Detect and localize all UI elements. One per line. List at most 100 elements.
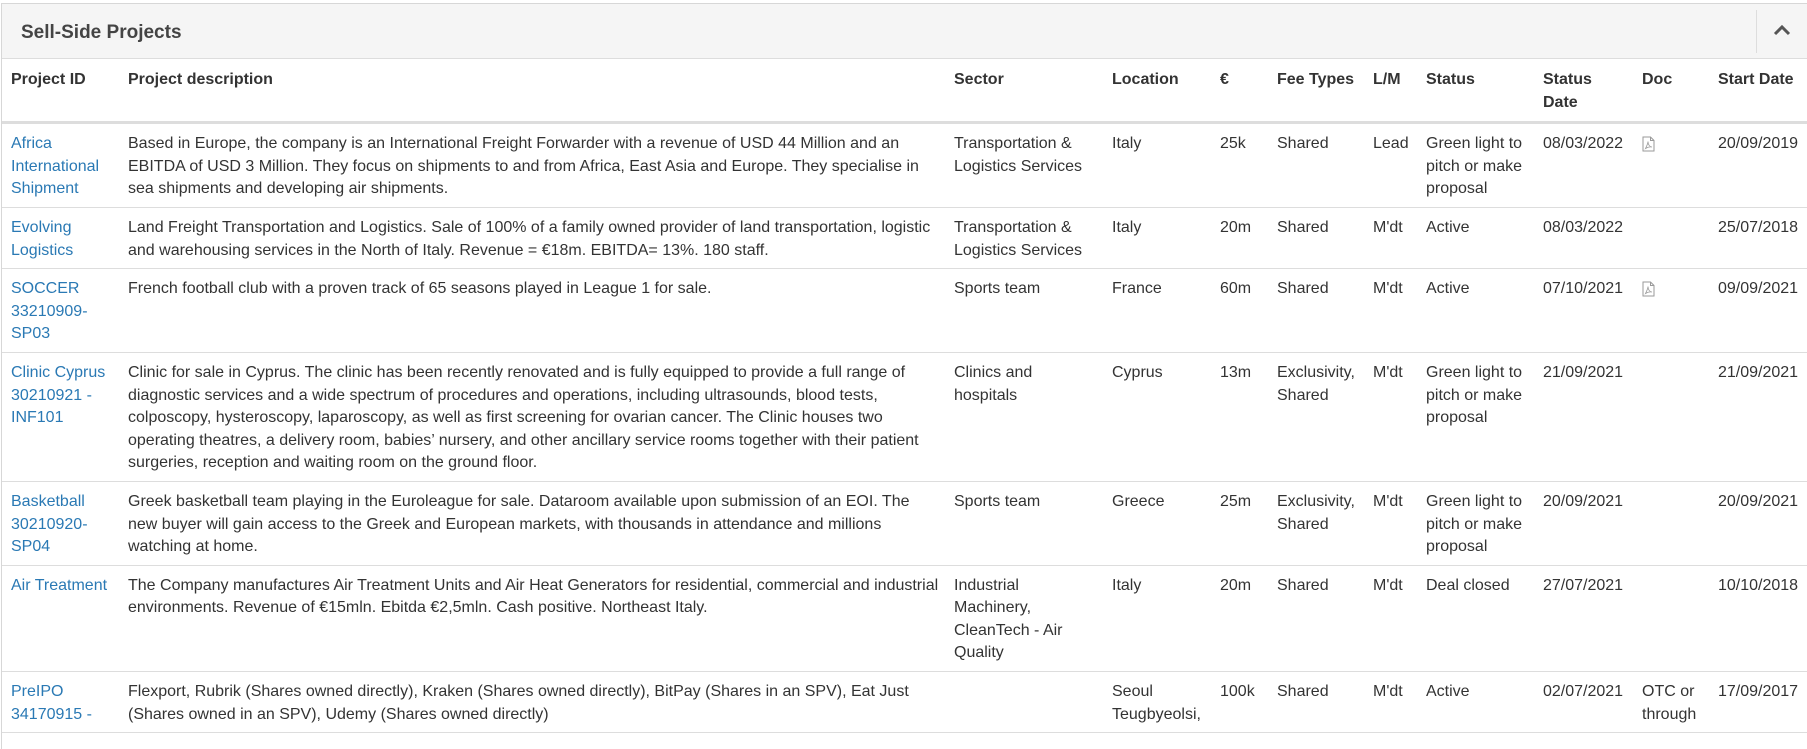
start-date-cell: 20/09/2021 [1709,481,1807,566]
status-cell: Active [1417,207,1534,270]
chevron-up-icon [1773,24,1791,36]
project-description-cell: The Company manufactures Air Treatment U… [119,565,945,673]
fee-types-cell: Shared [1268,671,1364,734]
status-date-cell: 07/10/2021 [1534,268,1633,353]
project-id-link[interactable]: PreIPO 34170915 - [11,683,92,723]
doc-cell [1633,565,1709,673]
project-id-cell: Evolving Logistics [2,207,119,270]
project-id-cell: PreIPO 34170915 - [2,671,119,734]
fee-types-cell: Exclusivity, Shared [1268,352,1364,482]
lm-cell: M'dt [1364,352,1417,482]
lm-cell: M'dt [1364,481,1417,566]
project-description-cell: Clinic for sale in Cyprus. The clinic ha… [119,352,945,482]
status-cell: Active [1417,268,1534,353]
project-id-link[interactable]: Evolving Logistics [11,219,73,259]
table-row: Clinic Cyprus 30210921 - INF101 Clinic f… [2,352,1807,482]
status-date-cell: 21/09/2021 [1534,352,1633,482]
column-header-lm[interactable]: L/M [1364,59,1417,125]
table-row: PreIPO 34170915 - Flexport, Rubrik (Shar… [2,671,1807,734]
start-date-cell: 17/09/2017 [1709,671,1807,734]
status-date-cell: 02/07/2021 [1534,671,1633,734]
project-id-cell: Air Treatment [2,565,119,673]
project-id-cell: Africa International Shipment [2,122,119,208]
location-cell: France [1103,268,1211,353]
panel-title: Sell-Side Projects [21,22,182,43]
status-date-cell: 08/03/2022 [1534,122,1633,208]
project-id-link[interactable]: SOCCER 33210909-SP03 [11,280,88,342]
table-header-row: Project ID Project description Sector Lo… [2,59,1807,125]
project-id-cell: SOCCER 33210909-SP03 [2,268,119,353]
project-description-cell: Flexport, Rubrik (Shares owned directly)… [119,671,945,734]
pdf-icon[interactable] [1642,281,1655,297]
project-id-link[interactable]: Air Treatment [11,577,107,594]
start-date-cell: 25/07/2018 [1709,207,1807,270]
column-header-status-date[interactable]: Status Date [1534,59,1633,125]
lm-cell: M'dt [1364,671,1417,734]
doc-cell [1633,207,1709,270]
status-date-cell: 27/07/2021 [1534,565,1633,673]
sector-cell [945,671,1103,734]
panel-header: Sell-Side Projects [2,4,1807,59]
amount-cell: 25m [1211,481,1268,566]
doc-cell: OTC or through [1633,671,1709,734]
lm-cell: M'dt [1364,207,1417,270]
doc-cell [1633,352,1709,482]
table-row: Evolving Logistics Land Freight Transpor… [2,207,1807,270]
sector-cell: Sports team [945,481,1103,566]
column-header-doc[interactable]: Doc [1633,59,1709,125]
status-date-cell: 20/09/2021 [1534,481,1633,566]
project-description-cell: Greek basketball team playing in the Eur… [119,481,945,566]
start-date-cell: 10/10/2018 [1709,565,1807,673]
pdf-icon[interactable] [1642,136,1655,152]
project-description-cell: French football club with a proven track… [119,268,945,353]
sector-cell: Transportation & Logistics Services [945,207,1103,270]
sector-cell: Clinics and hospitals [945,352,1103,482]
collapse-button[interactable] [1756,10,1806,53]
sector-cell: Industrial Machinery, CleanTech - Air Qu… [945,565,1103,673]
column-header-start-date[interactable]: Start Date [1709,59,1807,125]
column-header-fee-types[interactable]: Fee Types [1268,59,1364,125]
location-cell: Cyprus [1103,352,1211,482]
project-id-cell: Clinic Cyprus 30210921 - INF101 [2,352,119,482]
sector-cell: Transportation & Logistics Services [945,122,1103,208]
table-row: SOCCER 33210909-SP03 French football clu… [2,268,1807,353]
column-header-project-description[interactable]: Project description [119,59,945,125]
table-row: Africa International Shipment Based in E… [2,122,1807,208]
location-cell: Italy [1103,122,1211,208]
amount-cell: 20m [1211,207,1268,270]
column-header-project-id[interactable]: Project ID [2,59,119,125]
project-id-link[interactable]: Clinic Cyprus 30210921 - INF101 [11,364,105,426]
amount-cell: 13m [1211,352,1268,482]
lm-cell: M'dt [1364,565,1417,673]
project-id-cell: Basketball 30210920-SP04 [2,481,119,566]
fee-types-cell: Shared [1268,268,1364,353]
column-header-amount[interactable]: € [1211,59,1268,125]
amount-cell: 100k [1211,671,1268,734]
start-date-cell: 20/09/2019 [1709,122,1807,208]
status-cell: Active [1417,671,1534,734]
column-header-sector[interactable]: Sector [945,59,1103,125]
doc-cell [1633,268,1709,353]
lm-cell: M'dt [1364,268,1417,353]
doc-cell [1633,481,1709,566]
fee-types-cell: Exclusivity, Shared [1268,481,1364,566]
status-cell: Green light to pitch or make proposal [1417,481,1534,566]
table-row: Air Treatment The Company manufactures A… [2,565,1807,673]
amount-cell: 20m [1211,565,1268,673]
amount-cell: 25k [1211,122,1268,208]
location-cell: Greece [1103,481,1211,566]
location-cell: Italy [1103,565,1211,673]
sector-cell: Sports team [945,268,1103,353]
fee-types-cell: Shared [1268,565,1364,673]
status-cell: Green light to pitch or make proposal [1417,352,1534,482]
project-id-link[interactable]: Basketball 30210920-SP04 [11,493,88,555]
location-cell: Seoul Teugbyeolsi, [1103,671,1211,734]
start-date-cell: 09/09/2021 [1709,268,1807,353]
start-date-cell: 21/09/2021 [1709,352,1807,482]
status-cell: Deal closed [1417,565,1534,673]
location-cell: Italy [1103,207,1211,270]
column-header-status[interactable]: Status [1417,59,1534,125]
sell-side-projects-panel: Sell-Side Projects Project ID Project de… [1,3,1807,749]
column-header-location[interactable]: Location [1103,59,1211,125]
project-id-link[interactable]: Africa International Shipment [11,135,99,197]
